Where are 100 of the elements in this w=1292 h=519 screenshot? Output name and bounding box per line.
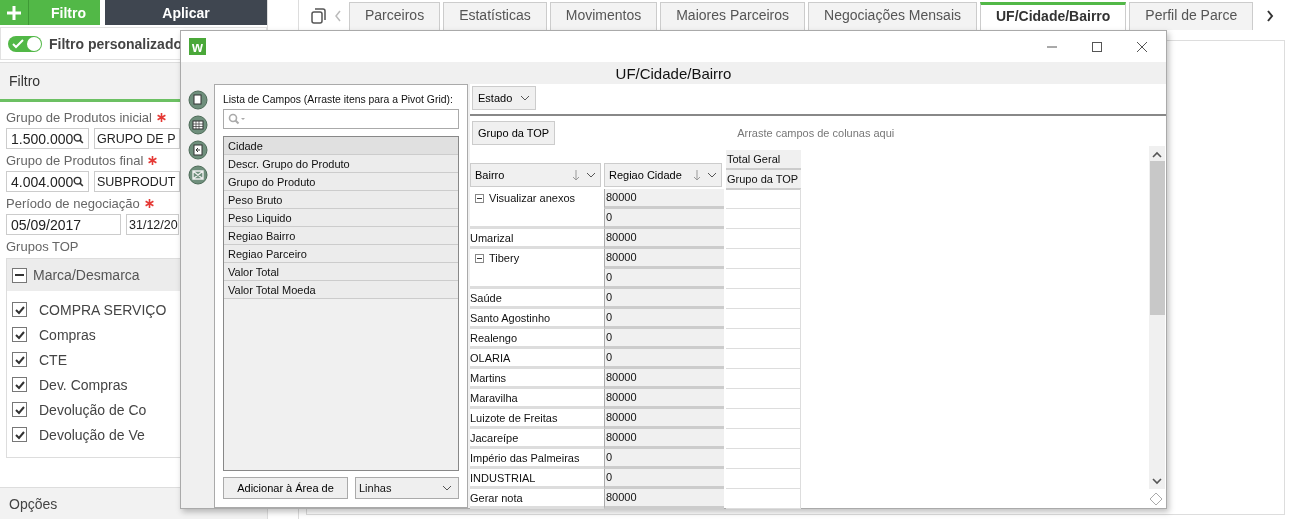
value-cell: 0 <box>604 209 724 229</box>
value-cell: 80000 <box>604 409 724 429</box>
field-label: Grupos TOP <box>6 239 79 254</box>
checkbox[interactable] <box>12 402 27 417</box>
value-cell: 80000 <box>604 429 724 449</box>
check-icon <box>12 38 24 49</box>
toggle-label: Filtro personalizado <box>49 35 182 52</box>
row-field-button[interactable]: Bairro <box>470 163 601 187</box>
value-cell: 80000 <box>604 369 724 389</box>
vertical-scrollbar[interactable] <box>1149 146 1165 489</box>
field-list-item[interactable]: Peso Bruto <box>224 191 458 209</box>
tab[interactable]: UF/Cidade/Bairro <box>980 2 1127 30</box>
value-cell: 0 <box>604 469 724 489</box>
tab[interactable]: Estatísticas <box>443 2 547 30</box>
checkbox-label: COMPRA SERVIÇO <box>39 301 167 318</box>
chevron-down-icon <box>707 172 717 178</box>
name-field[interactable]: SUBPRODUT <box>94 171 180 192</box>
search-field[interactable] <box>223 109 459 129</box>
scroll-up-icon[interactable] <box>1152 151 1162 158</box>
row-header-label: Martins <box>470 372 507 384</box>
code-field[interactable]: 1.500.000 <box>6 128 89 149</box>
field-list-item[interactable]: Cidade <box>224 137 458 155</box>
row-field-button[interactable]: Regiao Cidade <box>604 163 722 187</box>
toggle-switch[interactable] <box>8 35 42 52</box>
search-icon <box>228 113 246 125</box>
scroll-down-icon[interactable] <box>1152 478 1162 485</box>
dialog-caption: UF/Cidade/Bairro <box>614 63 733 84</box>
column-drop-hint: Arraste campos de colunas aqui <box>737 127 895 139</box>
row-header-label: Gerar nota <box>470 492 523 504</box>
field-label: Grupo de Produtos final <box>6 153 144 168</box>
plus-icon <box>6 4 22 21</box>
value-cell: 80000 <box>604 189 724 209</box>
grid-icon[interactable] <box>187 115 208 135</box>
row-header-label: Saúde <box>470 292 502 304</box>
row-header-label: Maravilha <box>470 392 518 404</box>
scroll-right-icon[interactable] <box>1266 10 1274 22</box>
tab[interactable]: Maiores Parceiros <box>660 2 806 30</box>
row-header-label: Umarizal <box>470 232 514 244</box>
maximize-icon[interactable] <box>1091 40 1103 53</box>
app-logo: w <box>189 38 206 55</box>
copy-icon[interactable] <box>311 8 327 24</box>
filter-field-button[interactable]: Estado <box>472 86 537 110</box>
field-list-item[interactable]: Valor Total Moeda <box>224 281 458 299</box>
value-cell: 0 <box>604 269 724 289</box>
checkbox-label: CTE <box>39 351 67 368</box>
select-all-checkbox[interactable] <box>12 267 27 283</box>
value-cell: 80000 <box>604 249 724 269</box>
row-header-label: Império das Palmeiras <box>470 452 580 464</box>
area-dropdown[interactable]: Linhas <box>355 477 459 499</box>
field-list-icon[interactable] <box>187 90 208 110</box>
data-field-button[interactable]: Grupo da TOP <box>472 121 556 145</box>
collapse-icon[interactable] <box>475 194 484 203</box>
checkbox[interactable] <box>12 427 27 442</box>
checkbox-label: Devolução de Co <box>39 401 147 418</box>
chevron-down-icon <box>520 95 531 101</box>
add-to-area-button[interactable]: Adicionar à Área de <box>223 477 348 499</box>
field-list-item[interactable]: Regiao Parceiro <box>224 245 458 263</box>
value-cell: 80000 <box>604 489 724 509</box>
import-icon[interactable] <box>187 140 208 160</box>
select-all-label: Marca/Desmarca <box>33 267 140 283</box>
tab[interactable]: Parceiros <box>349 2 441 30</box>
value-cell: 0 <box>604 449 724 469</box>
field-list-item[interactable]: Regiao Bairro <box>224 227 458 245</box>
collapse-icon[interactable] <box>475 254 484 263</box>
field-list-item[interactable]: Valor Total <box>224 263 458 281</box>
search-icon[interactable] <box>73 132 84 145</box>
tab[interactable]: Movimentos <box>549 2 658 30</box>
field-label: Período de negociação <box>6 196 140 211</box>
tab[interactable]: Negociações Mensais <box>808 2 977 30</box>
search-icon[interactable] <box>73 175 84 188</box>
sort-down-icon <box>693 169 701 181</box>
value-cell: 0 <box>604 349 724 369</box>
sort-down-icon <box>572 169 580 181</box>
field-list-item[interactable]: Grupo do Produto <box>224 173 458 191</box>
field-list-item[interactable]: Descr. Grupo do Produto <box>224 155 458 173</box>
name-field[interactable]: GRUPO DE P <box>94 128 180 149</box>
value-cell: 80000 <box>604 389 724 409</box>
field-label: Grupo de Produtos inicial <box>6 110 152 125</box>
value-cell: 0 <box>604 329 724 349</box>
row-header-label: Visualizar anexos <box>489 192 575 204</box>
value-cell: 80000 <box>604 229 724 249</box>
field-list-item[interactable]: Peso Liquido <box>224 209 458 227</box>
chevron-down-icon <box>442 485 452 491</box>
apply-button[interactable]: Aplicar <box>105 0 267 25</box>
end-date-field[interactable]: 31/12/20 <box>126 214 179 235</box>
checkbox[interactable] <box>12 352 27 367</box>
row-header-label: INDUSTRIAL <box>470 472 536 484</box>
row-header-label: Santo Agostinho <box>470 312 551 324</box>
row-header-label: Realengo <box>470 332 518 344</box>
checkbox[interactable] <box>12 377 27 392</box>
checkbox-label: Devolução de Ve <box>39 426 145 443</box>
chevron-down-icon <box>586 172 596 178</box>
close-icon[interactable] <box>1136 40 1148 53</box>
checkbox[interactable] <box>12 302 27 317</box>
start-date-field[interactable]: 05/09/2017 <box>6 214 121 235</box>
code-field[interactable]: 4.004.000 <box>6 171 89 192</box>
column-header: Total Geral <box>726 150 801 170</box>
checkbox[interactable] <box>12 327 27 342</box>
tab[interactable]: Perfil de Parce <box>1129 2 1254 30</box>
checkbox-label: Compras <box>39 326 96 343</box>
